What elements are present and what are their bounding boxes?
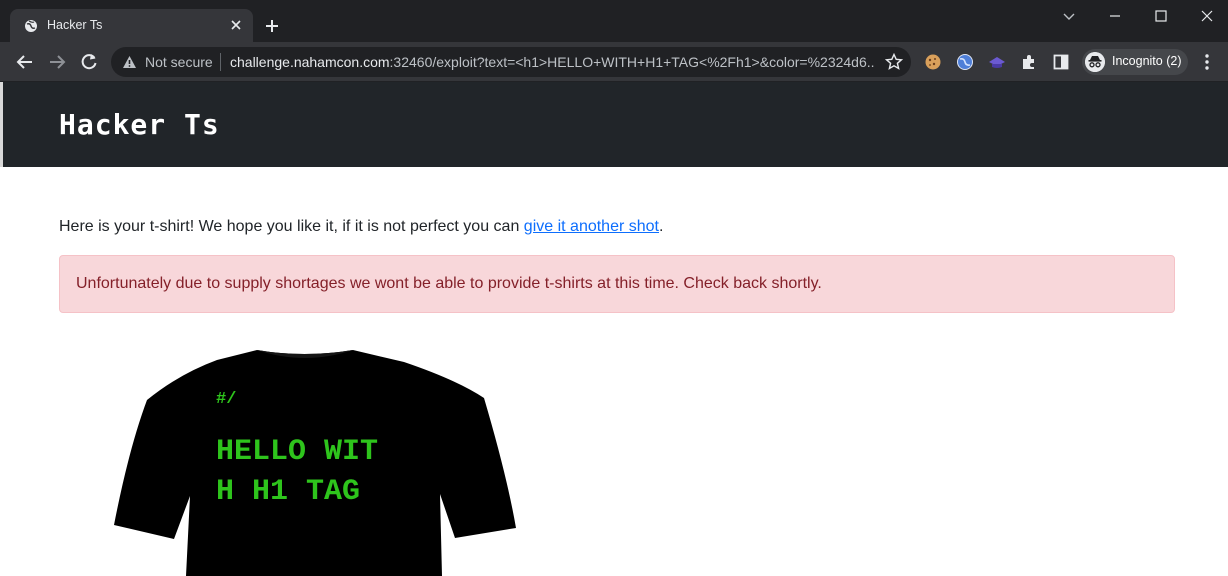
bookmark-star-icon[interactable] <box>885 53 903 71</box>
shirt-prefix-text: #/ <box>216 390 237 409</box>
intro-end: . <box>659 218 664 235</box>
back-arrow-icon[interactable] <box>15 52 35 72</box>
site-navbar: Hacker Ts <box>0 82 1228 167</box>
close-tab-icon[interactable] <box>229 18 243 32</box>
puzzle-extensions-icon[interactable] <box>1020 53 1038 71</box>
site-brand[interactable]: Hacker Ts <box>59 108 220 141</box>
forward-arrow-icon[interactable] <box>47 52 67 72</box>
globe-extension-icon[interactable] <box>956 53 974 71</box>
cookie-extension-icon[interactable] <box>924 53 942 71</box>
close-window-icon[interactable] <box>1198 8 1216 24</box>
tshirt-preview: #/ HELLO WIT H H1 TAG <box>59 336 549 576</box>
alert-message: Unfortunately due to supply shortages we… <box>76 275 822 292</box>
kebab-menu-icon[interactable] <box>1202 53 1212 71</box>
hat-extension-icon[interactable] <box>988 53 1006 71</box>
globe-icon <box>25 20 37 32</box>
security-label[interactable]: Not secure <box>145 54 213 70</box>
intro-text: Here is your t-shirt! We hope you like i… <box>59 218 524 235</box>
url-host: challenge.nahamcon.com <box>230 54 390 70</box>
warning-icon[interactable] <box>122 55 137 69</box>
url-path: :32460/exploit?text=<h1>HELLO+WITH+H1+TA… <box>389 54 875 70</box>
minimize-icon[interactable] <box>1106 8 1124 24</box>
shirt-heading-text: HELLO WIT H H1 TAG <box>216 432 416 512</box>
browser-titlebar: Hacker Ts <box>0 0 1228 42</box>
side-panel-icon[interactable] <box>1052 53 1070 71</box>
shirt-line-1: HELLO WIT <box>216 435 379 469</box>
shirt-line-2: H H1 TAG <box>216 475 361 509</box>
reload-icon[interactable] <box>79 52 99 72</box>
maximize-icon[interactable] <box>1152 8 1170 24</box>
retry-link[interactable]: give it another shot <box>524 218 659 235</box>
url-text[interactable]: challenge.nahamcon.com:32460/exploit?tex… <box>230 54 875 70</box>
address-bar[interactable]: Not secure challenge.nahamcon.com:32460/… <box>111 47 911 77</box>
browser-tab[interactable]: Hacker Ts <box>10 9 253 42</box>
incognito-label: Incognito (2) <box>1112 54 1182 68</box>
supply-alert: Unfortunately due to supply shortages we… <box>59 255 1175 313</box>
tab-search-icon[interactable] <box>1060 8 1078 24</box>
tab-title: Hacker Ts <box>47 18 103 32</box>
new-tab-icon[interactable] <box>264 18 280 34</box>
omnibox-divider <box>220 53 221 71</box>
incognito-profile-button[interactable]: Incognito (2) <box>1082 49 1188 75</box>
intro-paragraph: Here is your t-shirt! We hope you like i… <box>59 218 663 236</box>
incognito-icon <box>1085 52 1105 72</box>
browser-toolbar: Not secure challenge.nahamcon.com:32460/… <box>0 42 1228 117</box>
